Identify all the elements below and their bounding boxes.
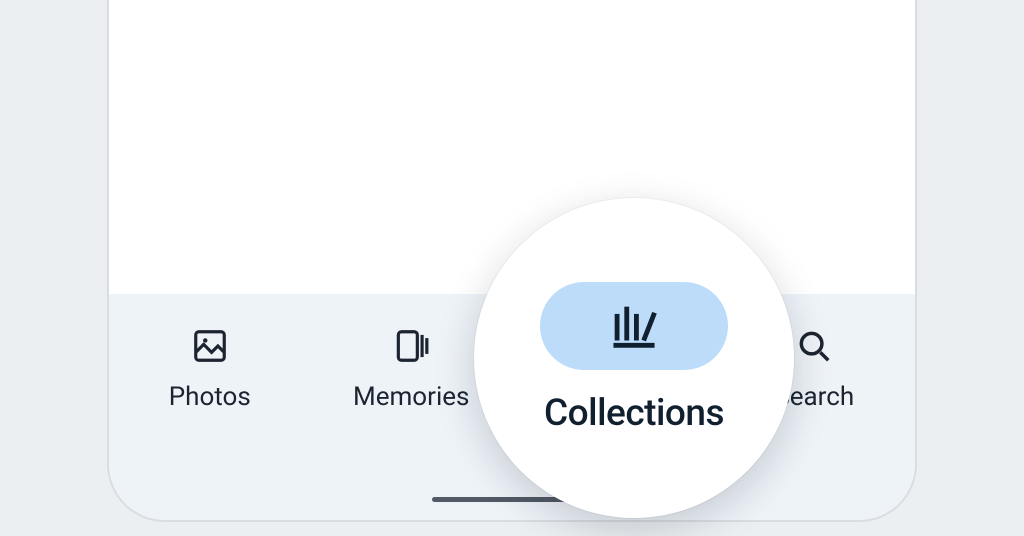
search-icon — [794, 326, 834, 366]
memories-icon — [391, 326, 431, 366]
collections-callout-label: Collections — [544, 392, 724, 435]
content-area: Albums NHH-9633 8262 Documents — [109, 0, 915, 294]
collections-icon — [602, 297, 666, 355]
collections-callout: Collections — [474, 198, 794, 518]
collections-pill[interactable] — [540, 282, 728, 370]
nav-photos[interactable]: Photos — [109, 326, 311, 412]
nav-photos-label: Photos — [169, 382, 251, 412]
nav-memories-label: Memories — [353, 382, 469, 412]
photo-icon — [190, 326, 230, 366]
